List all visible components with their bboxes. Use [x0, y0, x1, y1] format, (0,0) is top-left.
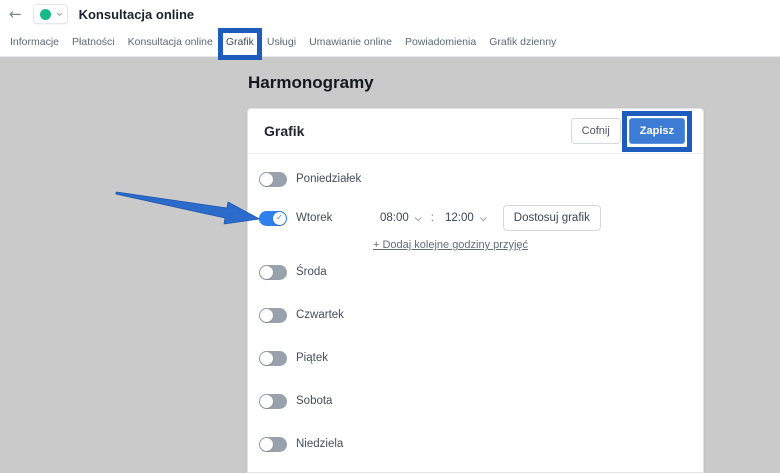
- card-title: Grafik: [264, 123, 305, 139]
- day-label: Czwartek: [296, 309, 344, 321]
- top-header-bar: ← Konsultacja online: [0, 0, 780, 28]
- day-label: Poniedziałek: [296, 173, 362, 185]
- check-icon: ✓: [276, 213, 283, 222]
- section-heading: Harmonogramy: [248, 73, 374, 92]
- toggle-sroda[interactable]: ✓: [259, 264, 287, 280]
- day-row-wtorek: ✓ Wtorek 08:00 : 12:00 Dostosuj grafik: [259, 205, 687, 231]
- start-time-select[interactable]: 08:00: [380, 212, 422, 224]
- day-label: Wtorek: [296, 212, 333, 224]
- toggle-wtorek[interactable]: ✓: [259, 210, 287, 226]
- toggle-czwartek[interactable]: ✓: [259, 307, 287, 323]
- day-row-poniedzialek: ✓ Poniedziałek: [259, 171, 687, 187]
- tab-grafik-label: Grafik: [225, 36, 254, 48]
- day-label: Piątek: [296, 352, 328, 364]
- day-row-czwartek: ✓ Czwartek: [259, 307, 687, 323]
- day-label: Środa: [296, 266, 327, 278]
- toggle-sobota[interactable]: ✓: [259, 393, 287, 409]
- day-row-piatek: ✓ Piątek: [259, 350, 687, 366]
- day-row-sroda: ✓ Środa: [259, 264, 687, 280]
- cancel-button[interactable]: Cofnij: [570, 118, 621, 144]
- chevron-down-icon: [479, 213, 487, 221]
- adjust-schedule-button[interactable]: Dostosuj grafik: [502, 205, 601, 231]
- toggle-poniedzialek[interactable]: ✓: [259, 171, 287, 187]
- page-title: Konsultacja online: [78, 6, 195, 22]
- day-label: Sobota: [296, 395, 333, 407]
- tab-bar: Informacje Płatności Konsultacja online …: [0, 28, 780, 60]
- tab-grafik-dzienny[interactable]: Grafik dzienny: [489, 36, 556, 48]
- start-time-value: 08:00: [380, 212, 409, 224]
- card-header: Grafik Cofnij Zapisz: [248, 109, 703, 154]
- time-separator: :: [430, 212, 434, 224]
- add-hours-row: + Dodaj kolejne godziny przyjęć: [259, 231, 687, 264]
- tab-uslugi[interactable]: Usługi: [267, 36, 296, 48]
- account-status-dropdown[interactable]: [32, 4, 68, 24]
- tab-powiadomienia[interactable]: Powiadomienia: [405, 36, 476, 48]
- day-toggle-list: ✓ Poniedziałek ✓ Wtorek 08:00 : 12:00 Do…: [248, 154, 703, 452]
- chevron-down-icon: [414, 213, 422, 221]
- day-row-niedziela: ✓ Niedziela: [259, 436, 687, 452]
- schedule-card: Grafik Cofnij Zapisz ✓ Poniedziałek ✓ Wt…: [247, 108, 704, 473]
- status-dot-icon: [39, 8, 51, 20]
- tab-umawianie-online[interactable]: Umawianie online: [309, 36, 392, 48]
- chevron-down-icon: [56, 10, 63, 17]
- toggle-niedziela[interactable]: ✓: [259, 436, 287, 452]
- end-time-value: 12:00: [444, 212, 474, 224]
- day-row-sobota: ✓ Sobota: [259, 393, 687, 409]
- add-more-hours-link[interactable]: + Dodaj kolejne godziny przyjęć: [373, 239, 528, 251]
- end-time-select[interactable]: 12:00: [444, 212, 487, 224]
- pointer-arrow-annotation: [115, 191, 260, 225]
- tab-grafik[interactable]: Grafik: [217, 28, 262, 60]
- tab-informacje[interactable]: Informacje: [10, 36, 59, 48]
- tab-platnosci[interactable]: Płatności: [72, 36, 115, 48]
- save-button[interactable]: Zapisz: [628, 118, 685, 144]
- day-label: Niedziela: [296, 438, 344, 450]
- back-arrow-icon[interactable]: ←: [9, 6, 22, 22]
- toggle-piatek[interactable]: ✓: [259, 350, 287, 366]
- tab-konsultacja-online[interactable]: Konsultacja online: [128, 36, 213, 48]
